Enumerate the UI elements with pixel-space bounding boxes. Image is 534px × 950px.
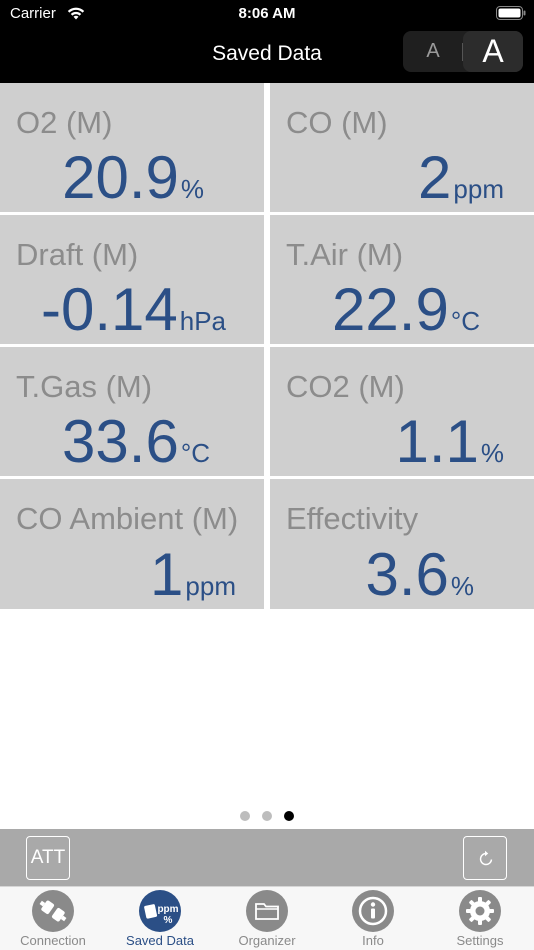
readings-grid: O2 (M) 20.9% CO (M) 2ppm Draft (M) -0.14… [0, 83, 534, 609]
connection-icon [32, 890, 74, 932]
font-small-button[interactable]: A [403, 31, 463, 72]
reading-number: 22.9 [332, 276, 449, 343]
reading-label: CO Ambient (M) [16, 501, 239, 536]
reading-number: 20.9 [62, 144, 179, 211]
tab-organizer[interactable]: Organizer [214, 887, 320, 950]
tab-label: Connection [20, 933, 86, 948]
refresh-icon [479, 850, 493, 866]
reading-unit: °C [180, 438, 210, 468]
tab-label: Settings [456, 933, 504, 948]
reading-cell-tair[interactable]: T.Air (M) 22.9°C [270, 215, 534, 344]
reading-number: 2 [418, 144, 452, 211]
reading-cell-effectivity[interactable]: Effectivity 3.6% [270, 479, 534, 609]
att-button[interactable]: ATT [26, 836, 70, 880]
reading-unit: ppm [453, 174, 504, 204]
bottom-toolbar: ATT [0, 829, 534, 886]
battery-icon [496, 6, 526, 20]
reading-value: 3.6% [365, 545, 474, 605]
reading-value: 2ppm [418, 148, 504, 208]
reading-unit: % [480, 438, 504, 468]
tab-settings[interactable]: Settings [427, 887, 533, 950]
status-bar: Carrier 8:06 AM [0, 0, 534, 28]
reading-unit: hPa [179, 306, 226, 336]
top-bar: Carrier 8:06 AM Saved Data A A [0, 0, 534, 83]
reading-label: CO (M) [286, 105, 388, 140]
page-dot[interactable] [240, 811, 250, 821]
reading-value: 1ppm [150, 545, 236, 605]
reading-number: 1 [150, 541, 184, 608]
folder-icon [246, 890, 288, 932]
reading-unit: % [180, 174, 204, 204]
reading-cell-o2[interactable]: O2 (M) 20.9% [0, 83, 264, 212]
tab-bar: Connection ppm % Saved Data Organizer In… [0, 886, 534, 950]
reading-value: 33.6°C [62, 412, 210, 472]
tab-info[interactable]: Info [320, 887, 426, 950]
tab-label: Saved Data [126, 933, 194, 948]
status-time: 8:06 AM [238, 5, 296, 22]
tab-saved-data[interactable]: ppm % Saved Data [107, 887, 213, 950]
reading-unit: ppm [185, 571, 236, 601]
reading-label: Draft (M) [16, 237, 139, 272]
reading-value: -0.14hPa [41, 280, 226, 340]
reading-number: -0.14 [40, 276, 178, 343]
reading-label: Effectivity [286, 501, 419, 536]
info-icon [352, 890, 394, 932]
page-dot[interactable] [262, 811, 272, 821]
reading-cell-co[interactable]: CO (M) 2ppm [270, 83, 534, 212]
reading-label: O2 (M) [16, 105, 113, 140]
page-dot-active[interactable] [284, 811, 294, 821]
reading-unit: °C [450, 306, 480, 336]
font-large-button[interactable]: A [463, 31, 523, 72]
reading-number: 1.1 [395, 408, 479, 475]
gear-icon [459, 890, 501, 932]
reading-number: 33.6 [62, 408, 179, 475]
tab-connection[interactable]: Connection [0, 887, 106, 950]
reading-label: T.Air (M) [286, 237, 404, 272]
reading-cell-draft[interactable]: Draft (M) -0.14hPa [0, 215, 264, 344]
reading-label: T.Gas (M) [16, 369, 153, 404]
reading-unit: % [450, 571, 474, 601]
reading-value: 22.9°C [332, 280, 480, 340]
reading-cell-tgas[interactable]: T.Gas (M) 33.6°C [0, 347, 264, 476]
font-size-toggle[interactable]: A A [403, 31, 523, 72]
reading-cell-co-ambient[interactable]: CO Ambient (M) 1ppm [0, 479, 264, 609]
tab-label: Organizer [238, 933, 296, 948]
reading-label: CO2 (M) [286, 369, 405, 404]
page-control[interactable] [0, 808, 534, 826]
saved-data-icon-text-top: ppm [157, 904, 178, 915]
reading-number: 3.6 [365, 541, 449, 608]
saved-data-icon: ppm % [139, 890, 181, 932]
saved-data-icon-text-bottom: % [164, 915, 173, 926]
reading-value: 1.1% [395, 412, 504, 472]
reading-value: 20.9% [62, 148, 204, 208]
tab-label: Info [362, 933, 384, 948]
refresh-button[interactable] [463, 836, 507, 880]
reading-cell-co2[interactable]: CO2 (M) 1.1% [270, 347, 534, 476]
